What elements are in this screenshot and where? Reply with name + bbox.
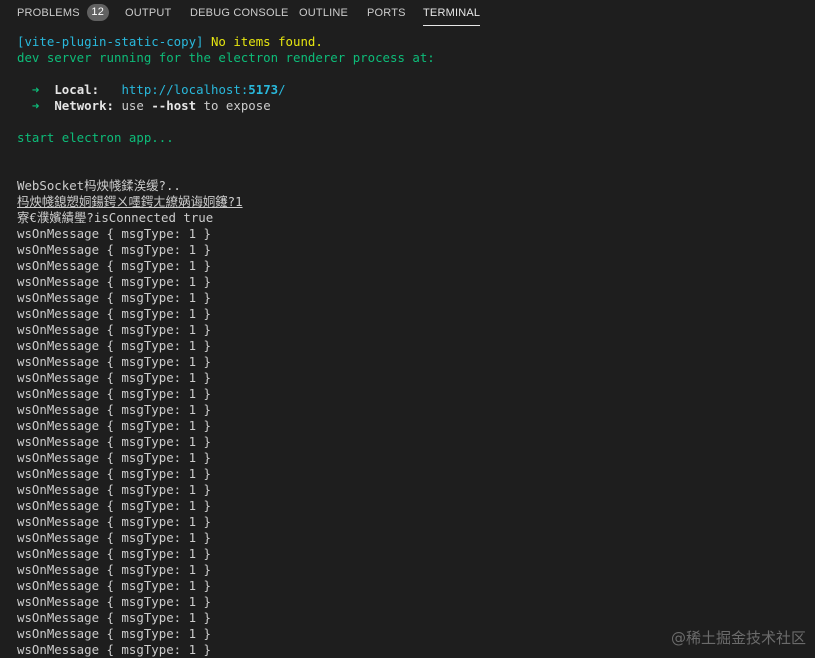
tab-ports-label: PORTS: [367, 7, 406, 19]
ws-message-line: wsOnMessage { msgType: 1 }: [17, 306, 211, 321]
ws-message-line: wsOnMessage { msgType: 1 }: [17, 498, 211, 513]
network-flag: --host: [151, 98, 197, 113]
local-url-prefix: http://localhost:: [121, 82, 249, 97]
tab-debug-console-label: DEBUG CONSOLE: [190, 7, 289, 19]
tab-output[interactable]: OUTPUT: [125, 0, 171, 28]
terminal-line-local: ➜ Local: http://localhost:5173/: [17, 82, 807, 98]
network-label: Network:: [54, 98, 114, 113]
arrow-icon: ➜: [31, 82, 40, 97]
ws-message-line: wsOnMessage { msgType: 1 }: [17, 434, 211, 449]
network-use: use: [121, 98, 152, 113]
ws-message-line: wsOnMessage { msgType: 1 }: [17, 242, 211, 257]
ws-message-line: wsOnMessage { msgType: 1 }: [17, 610, 211, 625]
ws-message-line: wsOnMessage { msgType: 1 }: [17, 482, 211, 497]
watermark: @稀土掘金技术社区: [670, 629, 806, 647]
tab-outline[interactable]: OUTLINE: [299, 0, 348, 28]
terminal-line-network: ➜ Network: use --host to expose: [17, 98, 807, 114]
ws-message-line: wsOnMessage { msgType: 1 }: [17, 338, 211, 353]
tab-outline-label: OUTLINE: [299, 7, 349, 19]
local-url[interactable]: http://localhost:5173/: [121, 82, 285, 97]
tab-debug-console[interactable]: DEBUG CONSOLE: [190, 0, 289, 28]
tab-terminal-label: TERMINAL: [423, 7, 481, 19]
local-url-port: 5173: [248, 82, 279, 97]
ws-message-line: wsOnMessage { msgType: 1 }: [17, 402, 211, 417]
terminal-output[interactable]: [vite-plugin-static-copy] No items found…: [17, 34, 807, 658]
ws-message-line: wsOnMessage { msgType: 1 }: [17, 274, 211, 289]
ws-message-line: wsOnMessage { msgType: 1 }: [17, 466, 211, 481]
tab-terminal[interactable]: TERMINAL: [423, 0, 481, 28]
ws-message-line: wsOnMessage { msgType: 1 }: [17, 514, 211, 529]
ws-message-line: wsOnMessage { msgType: 1 }: [17, 418, 211, 433]
ws-message-line: wsOnMessage { msgType: 1 }: [17, 258, 211, 273]
network-rest: to expose: [196, 98, 271, 113]
local-url-suffix: /: [278, 82, 286, 97]
ws-message-line: wsOnMessage { msgType: 1 }: [17, 594, 211, 609]
plugin-message: No items found.: [203, 34, 323, 49]
ws-message-line: wsOnMessage { msgType: 1 }: [17, 370, 211, 385]
plugin-tag: [vite-plugin-static-copy]: [17, 34, 204, 49]
local-label: Local:: [54, 82, 100, 97]
ws-message-line: wsOnMessage { msgType: 1 }: [17, 290, 211, 305]
ws-message-line: wsOnMessage { msgType: 1 }: [17, 226, 211, 241]
terminal-line: 杩炴帴鎴愬姛鍚鍔ㄨ嚜鍔ㄤ繚娲诲姛鑳?1: [17, 194, 243, 209]
ws-message-list: wsOnMessage { msgType: 1 } wsOnMessage { …: [17, 226, 807, 658]
problems-count-badge: 12: [86, 3, 109, 21]
ws-message-line: wsOnMessage { msgType: 1 }: [17, 546, 211, 561]
panel-tab-bar: PROBLEMS 12 OUTPUT DEBUG CONSOLE OUTLINE …: [0, 0, 815, 28]
tab-problems[interactable]: PROBLEMS 12: [17, 0, 109, 28]
terminal-line: dev server running for the electron rend…: [17, 50, 435, 65]
terminal-line: 寮€濮嬪績璺?isConnected true: [17, 210, 214, 225]
ws-message-line: wsOnMessage { msgType: 1 }: [17, 322, 211, 337]
ws-message-line: wsOnMessage { msgType: 1 }: [17, 530, 211, 545]
tab-ports[interactable]: PORTS: [367, 0, 406, 28]
ws-message-line: wsOnMessage { msgType: 1 }: [17, 562, 211, 577]
tab-output-label: OUTPUT: [125, 7, 172, 19]
ws-message-line: wsOnMessage { msgType: 1 }: [17, 386, 211, 401]
arrow-icon: ➜: [31, 98, 40, 113]
terminal-line: start electron app...: [17, 130, 174, 145]
terminal-line: [vite-plugin-static-copy] No items found…: [17, 34, 807, 50]
terminal-line: WebSocket杩炴帴鍒涘缓?..: [17, 178, 181, 193]
tab-problems-label: PROBLEMS: [17, 7, 80, 19]
ws-message-line: wsOnMessage { msgType: 1 }: [17, 450, 211, 465]
ws-message-line: wsOnMessage { msgType: 1 }: [17, 578, 211, 593]
ws-message-line: wsOnMessage { msgType: 1 }: [17, 354, 211, 369]
